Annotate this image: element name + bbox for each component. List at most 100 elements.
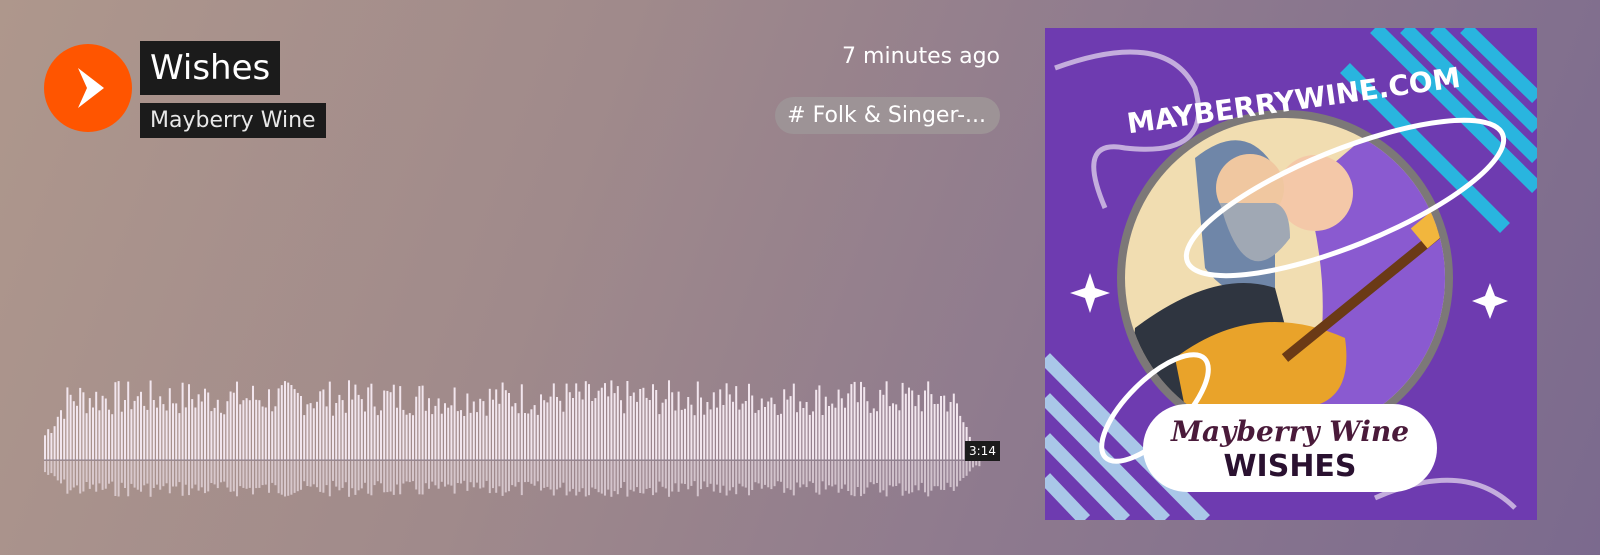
waveform-reflection-bar: [792, 461, 795, 496]
artist-name[interactable]: Mayberry Wine: [140, 103, 326, 138]
waveform-bar: [354, 384, 357, 460]
waveform-bar: [764, 407, 766, 460]
waveform-bar: [127, 381, 130, 460]
waveform-reflection-bar: [95, 461, 98, 492]
waveform-reflection-bar: [463, 461, 466, 481]
waveform-bar: [463, 416, 466, 460]
waveform-reflection-bar: [226, 461, 229, 488]
waveform-reflection-bar: [143, 461, 146, 486]
waveform-reflection-bar: [869, 461, 872, 483]
waveform-reflection-bar: [181, 461, 184, 496]
waveform-reflection-bar: [530, 461, 533, 484]
waveform-reflection-bar: [492, 461, 494, 489]
waveform-bar: [380, 410, 382, 460]
waveform-reflection-bar: [271, 461, 274, 483]
waveform-bar: [837, 389, 840, 460]
waveform-reflection-bar: [290, 461, 293, 495]
waveform-reflection-bar: [642, 461, 645, 494]
waveform-bar: [456, 411, 459, 460]
waveform-bar: [332, 415, 334, 460]
waveform-reflection-bar: [962, 461, 965, 478]
waveform-bar: [316, 401, 318, 460]
waveform-bar: [264, 407, 267, 460]
waveform-reflection-bar: [194, 461, 197, 485]
play-button[interactable]: [44, 44, 132, 132]
waveform-reflection-bar: [248, 461, 251, 488]
waveform-bar: [732, 401, 734, 460]
waveform-bar: [431, 414, 434, 460]
waveform-bar: [956, 403, 958, 460]
waveform-reflection-bar: [629, 461, 632, 490]
waveform-reflection-bar: [866, 461, 869, 488]
waveform-bar: [495, 389, 498, 460]
waveform-reflection-bar: [108, 461, 110, 484]
waveform-bar: [364, 411, 366, 460]
waveform-bar: [751, 395, 754, 460]
waveform-reflection-bar: [588, 461, 590, 496]
waveform-bar: [952, 393, 955, 460]
waveform-bar: [133, 400, 136, 460]
waveform-bar: [309, 403, 312, 460]
waveform-bar: [95, 391, 98, 460]
waveform-bar: [524, 413, 526, 460]
waveform-bar: [223, 414, 226, 460]
waveform[interactable]: [44, 360, 1000, 505]
waveform-bar: [175, 403, 178, 460]
waveform-reflection-bar: [856, 461, 859, 487]
waveform-reflection-bar: [332, 461, 334, 481]
waveform-bar: [648, 400, 651, 460]
waveform-reflection-bar: [488, 461, 491, 494]
waveform-bar: [357, 394, 360, 460]
waveform-reflection-bar: [460, 461, 462, 484]
waveform-reflection-bar: [152, 461, 155, 488]
waveform-reflection-bar: [312, 461, 315, 485]
waveform-reflection-bar: [648, 461, 651, 488]
waveform-reflection-bar: [968, 461, 971, 472]
waveform-reflection-bar: [690, 461, 693, 486]
waveform-bar: [818, 385, 821, 460]
waveform-bar: [242, 400, 245, 460]
waveform-bar: [482, 401, 485, 460]
waveform-bar: [207, 392, 210, 460]
waveform-reflection-bar: [888, 461, 891, 486]
waveform-reflection-bar: [341, 461, 344, 488]
waveform-bar: [520, 384, 523, 460]
waveform-reflection-bar: [325, 461, 328, 486]
waveform-reflection-bar: [428, 461, 430, 489]
track-title[interactable]: Wishes: [140, 41, 281, 95]
waveform-bar: [498, 403, 501, 460]
waveform-bar: [296, 392, 299, 460]
waveform-bar: [268, 389, 270, 460]
waveform-bar: [792, 383, 795, 460]
waveform-reflection-bar: [508, 461, 510, 492]
waveform-bar: [252, 385, 254, 460]
waveform-bar: [840, 398, 843, 460]
waveform-bar: [796, 412, 798, 460]
waveform-reflection-bar: [754, 461, 757, 483]
waveform-reflection-bar: [658, 461, 661, 482]
waveform-reflection-bar: [844, 461, 846, 485]
waveform-bar: [949, 402, 952, 460]
waveform-bar: [117, 381, 120, 460]
waveform-reflection-bar: [674, 461, 677, 484]
waveform-reflection-bar: [127, 461, 130, 497]
waveform-reflection-bar: [232, 461, 235, 492]
waveform-bar: [552, 383, 555, 460]
waveform-bar: [661, 402, 664, 460]
waveform-reflection-bar: [623, 461, 626, 482]
waveform-reflection-bar: [828, 461, 830, 486]
waveform-reflection-bar: [943, 461, 946, 490]
waveform-bar: [140, 391, 142, 460]
waveform-reflection-bar: [706, 461, 709, 488]
waveform-reflection-bar: [402, 461, 405, 484]
waveform-bar: [610, 380, 613, 460]
waveform-reflection-bar: [213, 461, 216, 485]
waveform-reflection-bar: [268, 461, 270, 493]
waveform-bar: [620, 400, 622, 460]
waveform-bar: [197, 394, 200, 460]
waveform-reflection-bar: [360, 461, 363, 489]
waveform-reflection-bar: [584, 461, 587, 497]
waveform-reflection-bar: [485, 461, 488, 481]
waveform-bar: [511, 406, 514, 460]
genre-tag[interactable]: # Folk & Singer-...: [775, 97, 1000, 134]
